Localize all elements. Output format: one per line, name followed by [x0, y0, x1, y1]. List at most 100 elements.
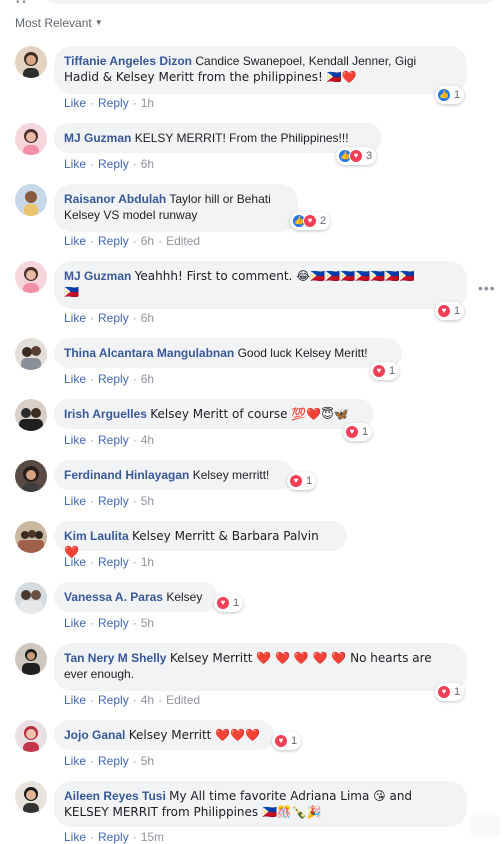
comment-author[interactable]: Irish Arguelles — [64, 407, 147, 421]
comment-options-icon[interactable]: ••• — [478, 280, 496, 296]
comment-text: Kelsey Merritt ❤️❤️❤️ — [128, 728, 261, 742]
like-link[interactable]: Like — [64, 234, 86, 248]
comment-bubble: Thina Alcantara Mangulabnan Good luck Ke… — [54, 338, 402, 368]
separator: · — [158, 234, 163, 248]
comment-bubble: Tiffanie Angeles Dizon Candice Swanepoel… — [54, 46, 467, 94]
comment-author[interactable]: Thina Alcantara Mangulabnan — [64, 346, 234, 360]
reply-link[interactable]: Reply — [98, 157, 129, 171]
reply-link[interactable]: Reply — [98, 616, 129, 630]
reaction-summary[interactable]: ♥ 1 — [435, 683, 465, 701]
comment-actions: Like · Reply · 5h — [64, 754, 154, 768]
timestamp[interactable]: 1h — [141, 96, 154, 110]
reaction-summary[interactable]: ♥ 1 — [435, 302, 465, 320]
comment-author[interactable]: Tan Nery M Shelly — [64, 651, 166, 665]
like-link[interactable]: Like — [64, 433, 86, 447]
avatar[interactable] — [15, 720, 47, 752]
timestamp[interactable]: 6h — [141, 311, 154, 325]
comment-author[interactable]: Jojo Ganal — [64, 728, 125, 742]
reaction-summary[interactable]: ♥ 1 — [214, 594, 244, 612]
comment-actions: Like · Reply · 4h · Edited — [64, 693, 200, 707]
reaction-summary[interactable]: ♥ 1 — [272, 732, 302, 750]
like-link[interactable]: Like — [64, 754, 86, 768]
timestamp[interactable]: 5h — [141, 494, 154, 508]
avatar[interactable] — [15, 184, 47, 216]
avatar[interactable] — [15, 582, 47, 614]
reply-link[interactable]: Reply — [98, 830, 129, 844]
reaction-summary[interactable]: 👍 1 — [435, 86, 465, 104]
avatar[interactable] — [15, 643, 47, 675]
like-link[interactable]: Like — [64, 830, 86, 844]
like-link[interactable]: Like — [64, 616, 86, 630]
edited-label[interactable]: Edited — [166, 693, 200, 707]
timestamp[interactable]: 1h — [141, 555, 154, 569]
reply-link[interactable]: Reply — [98, 555, 129, 569]
reaction-count: 1 — [454, 305, 461, 317]
reaction-summary[interactable]: ♥ 1 — [343, 423, 373, 441]
comment-text: Kelsey Meritt of course 💯❤️😇🦋 — [150, 407, 349, 421]
like-link[interactable]: Like — [64, 157, 86, 171]
like-link[interactable]: Like — [64, 494, 86, 508]
like-link[interactable]: Like — [64, 555, 86, 569]
separator: · — [132, 372, 137, 386]
timestamp[interactable]: 5h — [141, 754, 154, 768]
timestamp[interactable]: 5h — [141, 616, 154, 630]
like-link[interactable]: Like — [64, 372, 86, 386]
avatar[interactable] — [15, 781, 47, 813]
comment-bubble: Raisanor Abdulah Taylor hill or Behati K… — [54, 184, 298, 232]
like-link[interactable]: Like — [64, 311, 86, 325]
separator: · — [90, 754, 95, 768]
separator: · — [90, 311, 95, 325]
reply-link[interactable]: Reply — [98, 372, 129, 386]
reply-link[interactable]: Reply — [98, 234, 129, 248]
comment-author[interactable]: Kim Laulita — [64, 529, 129, 543]
comment-actions: Like · Reply · 1h — [64, 555, 154, 569]
like-link[interactable]: Like — [64, 96, 86, 110]
avatar[interactable] — [15, 399, 47, 431]
love-reaction-icon: ♥ — [289, 474, 303, 488]
reply-link[interactable]: Reply — [98, 494, 129, 508]
avatar[interactable] — [15, 46, 47, 78]
avatar[interactable] — [15, 460, 47, 492]
comment-actions: Like · Reply · 5h — [64, 616, 154, 630]
comment-author[interactable]: Aileen Reyes Tusi — [64, 789, 166, 803]
edited-label[interactable]: Edited — [166, 234, 200, 248]
separator: · — [90, 96, 95, 110]
timestamp[interactable]: 6h — [141, 157, 154, 171]
reaction-summary[interactable]: 👍 ♥ 2 — [290, 212, 331, 230]
timestamp[interactable]: 15m — [141, 830, 164, 844]
reply-link[interactable]: Reply — [98, 433, 129, 447]
comment-author[interactable]: MJ Guzman — [64, 269, 131, 283]
reaction-count: 1 — [306, 475, 313, 487]
comment-author[interactable]: Raisanor Abdulah — [64, 192, 166, 206]
comment-author[interactable]: Tiffanie Angeles Dizon — [64, 54, 192, 68]
like-link[interactable]: Like — [64, 693, 86, 707]
reply-link[interactable]: Reply — [98, 311, 129, 325]
reply-link[interactable]: Reply — [98, 96, 129, 110]
reply-link[interactable]: Reply — [98, 693, 129, 707]
avatar[interactable] — [15, 338, 47, 370]
comment-text-line2: Kelsey VS model runway — [64, 208, 198, 222]
comment-author[interactable]: Ferdinand Hinlayagan — [64, 468, 189, 482]
avatar[interactable] — [15, 261, 47, 293]
comment-text: Good luck Kelsey Meritt! — [237, 346, 368, 360]
reaction-summary[interactable]: 👍 ♥ 3 — [336, 147, 377, 165]
timestamp[interactable]: 6h — [141, 234, 154, 248]
comment-bubble: Aileen Reyes Tusi My All time favorite A… — [54, 781, 467, 827]
comment-bubble: Jojo Ganal Kelsey Merritt ❤️❤️❤️ — [54, 720, 274, 750]
previous-comment-edge: • • — [0, 0, 503, 8]
comment-text: Kelsey Merritt ❤️ ❤️ ❤️ ❤️ ❤️ No hearts … — [169, 651, 432, 665]
timestamp[interactable]: 4h — [141, 693, 154, 707]
reaction-summary[interactable]: ♥ 1 — [287, 472, 317, 490]
sort-dropdown[interactable]: Most Relevant ▼ — [15, 16, 103, 34]
avatar[interactable] — [15, 521, 47, 553]
timestamp[interactable]: 6h — [141, 372, 154, 386]
comment-text: Kelsey merritt! — [192, 468, 270, 482]
comment-author[interactable]: Vanessa A. Paras — [64, 590, 163, 604]
avatar[interactable] — [15, 123, 47, 155]
comment-text: Yeahhh! First to comment. 😂🇵🇭🇵🇭🇵🇭🇵🇭🇵🇭🇵🇭🇵… — [134, 269, 415, 283]
timestamp[interactable]: 4h — [141, 433, 154, 447]
comment-author[interactable]: MJ Guzman — [64, 131, 131, 145]
comment-actions: Like · Reply · 15m — [64, 830, 164, 844]
reaction-summary[interactable]: ♥ 1 — [370, 362, 400, 380]
reply-link[interactable]: Reply — [98, 754, 129, 768]
